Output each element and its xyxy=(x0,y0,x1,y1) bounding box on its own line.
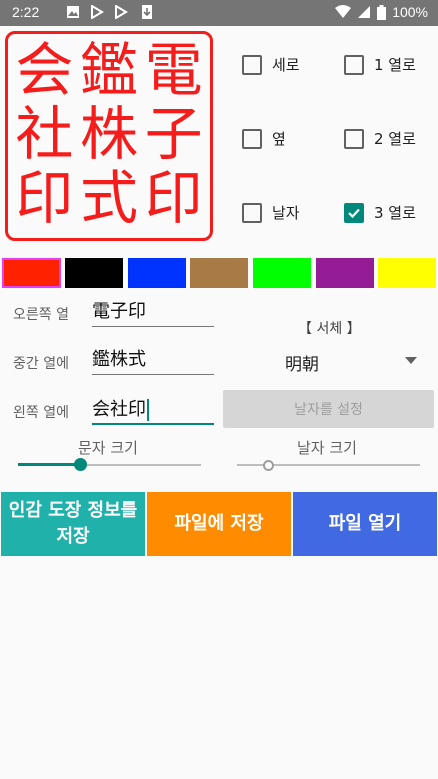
middle-column-value: 鑑株式 xyxy=(92,349,146,370)
text-caret xyxy=(147,399,149,421)
checkbox-col3[interactable]: 3 열로 xyxy=(344,202,416,223)
status-right: 100% xyxy=(335,4,428,20)
checkbox-label: 세로 xyxy=(272,56,300,74)
slider-thumb[interactable] xyxy=(74,458,87,471)
status-bar: 2:22 100% xyxy=(0,0,438,26)
char-size-slider[interactable] xyxy=(18,455,201,475)
checkbox-box[interactable] xyxy=(242,128,262,149)
color-swatch-red[interactable] xyxy=(2,258,61,288)
checkbox-horizontal[interactable]: 옆 xyxy=(242,128,286,149)
checkbox-label: 2 열로 xyxy=(374,130,416,148)
color-swatch-green[interactable] xyxy=(253,258,311,288)
set-date-button[interactable]: 날자를 설정 xyxy=(223,390,434,428)
slider-thumb-disabled[interactable] xyxy=(263,460,274,471)
checkbox-label: 1 열로 xyxy=(374,56,416,74)
seal-column-middle: 鑑 株 式 xyxy=(77,40,142,232)
play-store-icon xyxy=(91,5,104,19)
color-swatch-yellow[interactable] xyxy=(378,258,436,288)
color-swatch-black[interactable] xyxy=(65,258,123,288)
checkbox-label: 3 열로 xyxy=(374,204,416,222)
checkbox-label: 날자 xyxy=(272,204,300,222)
checkbox-box[interactable] xyxy=(344,128,364,149)
seal-char: 社 xyxy=(15,100,74,168)
signal-icon xyxy=(358,6,371,18)
seal-char: 子 xyxy=(144,100,203,168)
color-swatch-blue[interactable] xyxy=(128,258,186,288)
dropdown-arrow-icon xyxy=(405,357,417,364)
right-column-label: 오른쪽 열 xyxy=(13,307,69,323)
color-swatch-purple[interactable] xyxy=(316,258,374,288)
font-selected-value: 明朝 xyxy=(285,355,319,375)
seal-char: 印 xyxy=(15,164,74,232)
seal-char: 鑑 xyxy=(80,36,139,104)
font-dropdown[interactable]: 明朝 xyxy=(223,346,423,376)
left-column-label: 왼쪽 열에 xyxy=(13,405,69,421)
save-seal-info-button[interactable]: 인감 도장 정보를 저장 xyxy=(1,492,145,556)
checkbox-box[interactable] xyxy=(242,54,262,75)
checkbox-label: 옆 xyxy=(272,130,286,148)
status-time: 2:22 xyxy=(12,4,40,20)
checkbox-col1[interactable]: 1 열로 xyxy=(344,54,416,75)
seal-char: 会 xyxy=(15,36,74,104)
save-to-file-button[interactable]: 파일에 저장 xyxy=(147,492,291,556)
checkbox-vertical[interactable]: 세로 xyxy=(242,54,300,75)
font-label: 【 서체 】 xyxy=(298,321,361,337)
left-column-value: 会社印 xyxy=(92,399,146,420)
play-store-icon-2 xyxy=(115,5,128,19)
seal-column-right: 電 子 印 xyxy=(141,40,206,232)
seal-column-left: 会 社 印 xyxy=(12,40,77,232)
left-column-input[interactable]: 会社印 xyxy=(92,395,214,425)
middle-column-input[interactable]: 鑑株式 xyxy=(92,345,214,375)
seal-char: 式 xyxy=(80,164,139,232)
battery-percent: 100% xyxy=(392,4,428,20)
seal-char: 電 xyxy=(144,36,203,104)
date-size-slider[interactable] xyxy=(237,455,420,475)
image-icon xyxy=(67,6,79,18)
checkbox-box[interactable] xyxy=(344,54,364,75)
battery-icon xyxy=(377,4,387,20)
seal-char: 株 xyxy=(80,100,139,168)
right-column-input[interactable]: 電子印 xyxy=(92,297,214,327)
seal-preview: 会 社 印 鑑 株 式 電 子 印 xyxy=(5,31,213,241)
color-swatch-brown[interactable] xyxy=(190,258,248,288)
checkbox-col2[interactable]: 2 열로 xyxy=(344,128,416,149)
checkbox-box[interactable] xyxy=(344,202,364,223)
download-icon xyxy=(142,5,152,19)
middle-column-label: 중간 열에 xyxy=(13,356,69,372)
open-file-button[interactable]: 파일 열기 xyxy=(293,492,437,556)
checkbox-date[interactable]: 날자 xyxy=(242,202,300,223)
checkbox-box[interactable] xyxy=(242,202,262,223)
check-icon xyxy=(348,208,360,218)
right-column-value: 電子印 xyxy=(92,301,146,322)
wifi-icon xyxy=(335,5,352,18)
slider-track-active xyxy=(18,463,80,466)
seal-char: 印 xyxy=(144,164,203,232)
